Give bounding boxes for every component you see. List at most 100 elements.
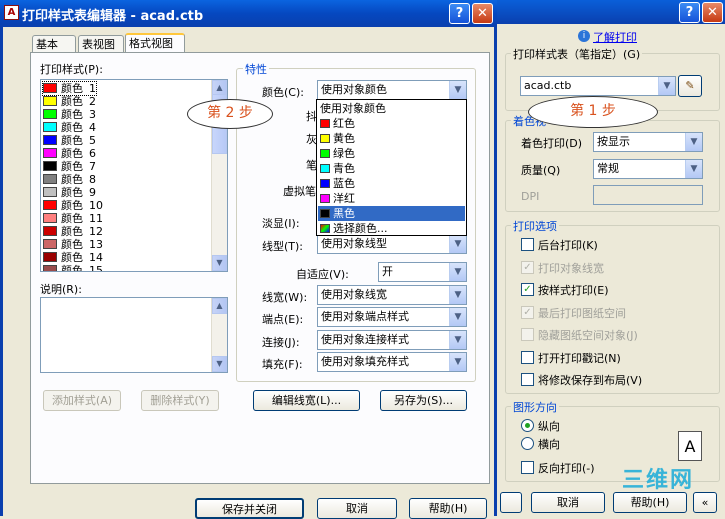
chevron-down-icon: ▼ [449, 263, 466, 281]
plot-style-item[interactable]: 颜色 12 [43, 225, 103, 238]
color-swatch-icon [43, 83, 57, 93]
plot-style-item[interactable]: 颜色 9 [43, 186, 96, 199]
bg-cancel-button[interactable]: 取消 [531, 492, 605, 513]
plot-style-item[interactable]: 颜色 13 [43, 238, 103, 251]
reverse-plot-checkbox[interactable] [521, 461, 534, 474]
plot-option-checkbox[interactable] [521, 350, 534, 364]
about-plotting-link[interactable]: 了解打印 [593, 29, 637, 45]
portrait-radio[interactable] [521, 419, 534, 432]
plot-style-table-select[interactable]: acad.ctb ▼ [520, 76, 676, 96]
plot-option-label: 隐藏图纸空间对象(J) [538, 329, 638, 342]
color-swatch-icon [43, 200, 57, 210]
scroll-down-icon[interactable]: ▼ [212, 356, 227, 372]
watermark-logo: 三维网 [622, 468, 695, 493]
partial-button[interactable] [500, 492, 522, 513]
plot-style-item[interactable]: 颜色 6 [43, 147, 96, 160]
plot-style-name: 颜色 [61, 212, 83, 225]
color-swatch-icon [320, 179, 330, 188]
plot-style-item[interactable]: 颜色 7 [43, 160, 96, 173]
plot-style-name: 颜色 [61, 173, 83, 186]
color-option[interactable]: 青色 [318, 161, 465, 176]
dpi-label: DPI [521, 190, 540, 203]
plot-style-number: 13 [89, 238, 103, 251]
joinstyle-value: 使用对象连接样式 [321, 333, 409, 346]
portrait-label: 纵向 [538, 420, 560, 433]
plot-option-checkbox[interactable]: ✓ [521, 283, 534, 296]
color-dropdown-list[interactable]: 使用对象颜色 红色 黄色 绿色 青色 蓝色 洋红 黑色 选择颜色... [316, 99, 467, 236]
color-option[interactable]: 绿色 [318, 146, 465, 161]
help-icon[interactable]: ? [679, 2, 700, 23]
chevron-down-icon: ▼ [449, 353, 466, 371]
plot-option-checkbox[interactable] [521, 328, 534, 341]
plot-style-item[interactable]: 颜色 14 [43, 251, 103, 264]
quality-select[interactable]: 常规 ▼ [593, 159, 703, 179]
close-icon[interactable]: ✕ [472, 3, 493, 24]
plot-style-number: 15 [89, 264, 103, 272]
color-option[interactable]: 蓝色 [318, 176, 465, 191]
plot-style-item[interactable]: 颜色 4 [43, 121, 96, 134]
endstyle-select[interactable]: 使用对象端点样式 ▼ [317, 307, 467, 327]
plot-style-item[interactable]: 颜色 11 [43, 212, 103, 225]
color-swatch-icon [43, 265, 57, 271]
linetype-select[interactable]: 使用对象线型 ▼ [317, 234, 467, 254]
plot-option-label: 将修改保存到布局(V) [538, 374, 643, 387]
lineweight-select[interactable]: 使用对象线宽 ▼ [317, 285, 467, 305]
shade-plot-select[interactable]: 按显示 ▼ [593, 132, 703, 152]
expand-button[interactable]: « [693, 492, 717, 513]
plot-style-number: 11 [89, 212, 103, 225]
delete-style-button[interactable]: 删除样式(Y) [141, 390, 219, 411]
dpi-input[interactable] [593, 185, 703, 205]
color-option-label: 使用对象颜色 [320, 102, 386, 115]
plot-style-item[interactable]: 颜色 10 [43, 199, 103, 212]
edit-plot-style-button[interactable]: ✎ [678, 75, 702, 97]
plot-option-checkbox[interactable]: ✓ [521, 305, 534, 319]
plot-style-table-value: acad.ctb [524, 79, 572, 92]
help-icon[interactable]: ? [449, 3, 470, 24]
plot-style-table-title: 打印样式表（笔指定）(G) [511, 46, 643, 62]
color-option[interactable]: 红色 [318, 116, 465, 131]
landscape-radio[interactable] [521, 437, 534, 450]
joinstyle-select[interactable]: 使用对象连接样式 ▼ [317, 330, 467, 350]
color-swatch-icon [43, 122, 57, 132]
color-option[interactable]: 选择颜色... [318, 221, 465, 236]
fillstyle-select[interactable]: 使用对象填充样式 ▼ [317, 352, 467, 372]
color-swatch-icon [43, 109, 57, 119]
plot-option-checkbox[interactable] [521, 238, 534, 251]
scroll-up-icon[interactable]: ▲ [212, 298, 227, 314]
plot-style-number: 7 [89, 160, 96, 173]
plot-style-item[interactable]: 颜色 15 [43, 264, 103, 272]
lineweight-value: 使用对象线宽 [321, 288, 387, 301]
color-option[interactable]: 黄色 [318, 131, 465, 146]
plot-style-item[interactable]: 颜色 5 [43, 134, 96, 147]
chevron-down-icon: ▼ [449, 81, 466, 99]
save-as-button[interactable]: 另存为(S)... [380, 390, 467, 411]
step-2-callout: 第 2 步 [187, 99, 273, 129]
color-option[interactable]: 黑色 [318, 206, 465, 221]
bg-help-button[interactable]: 帮助(H) [613, 492, 687, 513]
plot-style-number: 5 [89, 134, 96, 147]
close-icon[interactable]: ✕ [702, 2, 723, 23]
plot-style-item[interactable]: 颜色 3 [43, 108, 96, 121]
adaptive-select[interactable]: 开 ▼ [378, 262, 467, 282]
description-textarea[interactable]: ▲ ▼ [40, 297, 228, 373]
plot-style-item[interactable]: 颜色 2 [43, 95, 96, 108]
add-style-button[interactable]: 添加样式(A) [43, 390, 121, 411]
tab-form-view[interactable]: 格式视图 [125, 33, 185, 54]
description-scrollbar[interactable]: ▲ ▼ [211, 298, 227, 372]
scroll-down-icon[interactable]: ▼ [212, 255, 227, 271]
screening-label: 淡显(I): [262, 217, 300, 230]
plot-style-item[interactable]: 颜色 8 [43, 173, 96, 186]
color-option[interactable]: 洋红 [318, 191, 465, 206]
color-select[interactable]: 使用对象颜色 ▼ [317, 80, 467, 100]
plot-style-name: 颜色 [61, 199, 83, 212]
plot-style-number: 9 [89, 186, 96, 199]
edit-lineweights-button[interactable]: 编辑线宽(L)... [253, 390, 360, 411]
color-option-label: 绿色 [333, 147, 355, 160]
plot-option-checkbox[interactable] [521, 373, 534, 386]
plot-option-checkbox[interactable]: ✓ [521, 260, 534, 274]
color-swatch-icon [43, 239, 57, 249]
chevron-down-icon: ▼ [449, 308, 466, 326]
color-option[interactable]: 使用对象颜色 [318, 101, 465, 116]
chevron-down-icon: ▼ [658, 77, 675, 95]
plot-style-item[interactable]: 颜色 1 [42, 81, 97, 96]
